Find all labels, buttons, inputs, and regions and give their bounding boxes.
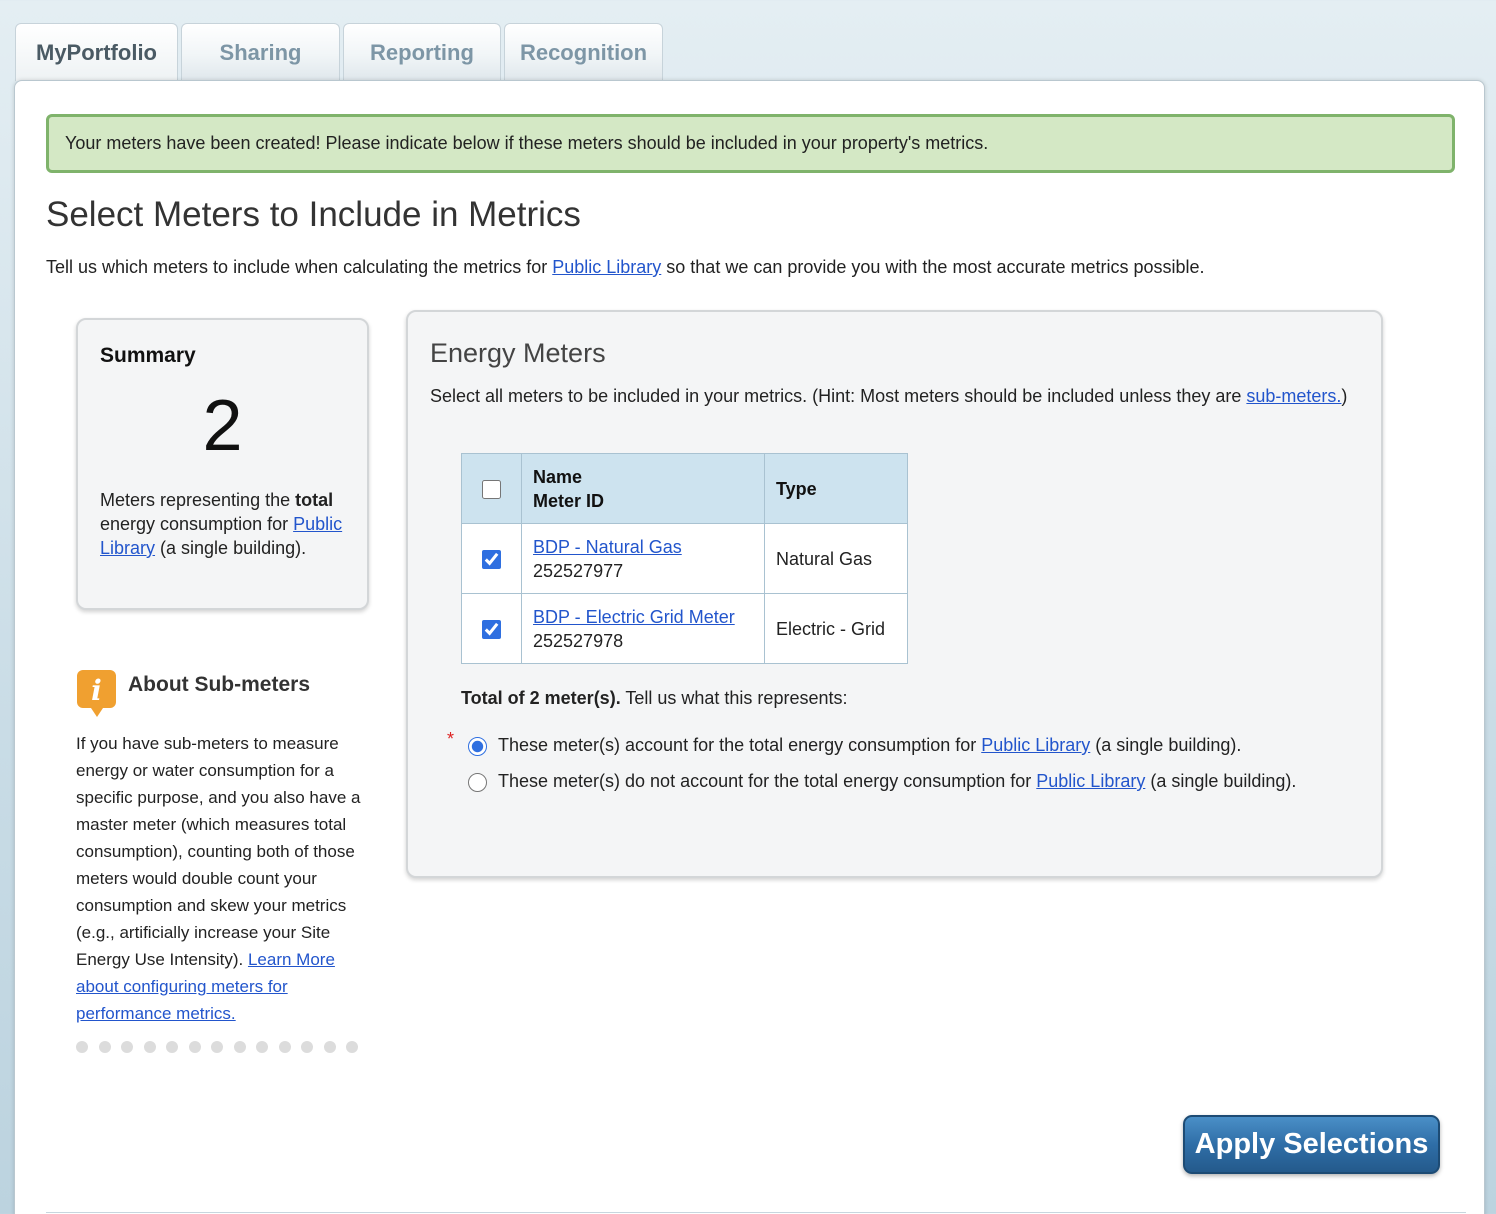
total-meters-rest: Tell us what this represents:: [620, 688, 848, 708]
meter-id-header-label: Meter ID: [533, 490, 605, 511]
radio-wrap: [468, 733, 498, 757]
carousel-dot[interactable]: [98, 1041, 111, 1053]
summary-card: Summary 2 Meters representing the total …: [76, 318, 369, 610]
total-consumption-radio[interactable]: [468, 736, 487, 756]
total-meters-bold: Total of 2 meter(s).: [461, 688, 621, 708]
radio-wrap: [468, 769, 498, 793]
tab-myportfolio[interactable]: MyPortfolio: [15, 23, 178, 81]
meter-name-cell: BDP - Natural Gas 252527977: [521, 523, 765, 594]
carousel-dot[interactable]: [76, 1041, 88, 1053]
meter-checkbox[interactable]: [482, 550, 501, 570]
table-row: BDP - Electric Grid Meter 252527978 Elect…: [461, 593, 908, 664]
carousel-dot[interactable]: [346, 1041, 358, 1053]
carousel-dot[interactable]: [256, 1041, 268, 1053]
tab-recognition[interactable]: Recognition: [504, 23, 663, 81]
option-2-label: These meter(s) do not account for the to…: [498, 769, 1296, 793]
meters-table: Name Meter ID Type BDP - Natural Gas 25252…: [461, 453, 908, 664]
carousel-dot[interactable]: [323, 1041, 336, 1053]
option-1-text: These meter(s) account for the total ene…: [498, 735, 982, 755]
carousel-dot[interactable]: [211, 1041, 223, 1053]
page-title: Select Meters to Include in Metrics: [46, 195, 581, 234]
option-total-consumption: These meter(s) account for the total ene…: [468, 733, 1241, 757]
meter-type: Electric - Grid: [764, 593, 908, 664]
tab-reporting[interactable]: Reporting: [343, 23, 501, 81]
option-not-total-consumption: These meter(s) do not account for the to…: [468, 769, 1308, 793]
about-text: If you have sub-meters to measure energy…: [76, 730, 376, 1027]
content-panel: Your meters have been created! Please in…: [14, 80, 1485, 1214]
meter-name-cell: BDP - Electric Grid Meter 252527978: [521, 593, 765, 664]
apply-selections-button[interactable]: Apply Selections: [1183, 1115, 1440, 1174]
summary-desc-bold: total: [295, 490, 334, 510]
type-header: Type: [764, 453, 908, 524]
public-library-link[interactable]: Public Library: [552, 257, 661, 277]
carousel-dot[interactable]: [233, 1041, 246, 1053]
summary-count: 2: [202, 386, 243, 466]
energy-hint: Select all meters to be included in your…: [430, 384, 1350, 408]
intro-text-before: Tell us which meters to include when cal…: [46, 257, 553, 277]
energy-meters-title: Energy Meters: [430, 338, 606, 368]
meter-type: Natural Gas: [764, 523, 908, 594]
success-alert: Your meters have been created! Please in…: [46, 114, 1455, 173]
carousel-dot[interactable]: [188, 1041, 201, 1053]
hint-after: ): [1341, 386, 1348, 406]
energy-meters-card: Energy Meters Select all meters to be in…: [406, 310, 1383, 878]
not-total-consumption-radio[interactable]: [468, 772, 487, 792]
name-header-label: Name: [533, 466, 583, 487]
meter-name-link[interactable]: BDP - Natural Gas: [533, 537, 682, 557]
carousel-dot[interactable]: [143, 1041, 156, 1053]
meter-name-link[interactable]: BDP - Electric Grid Meter: [533, 607, 735, 627]
total-meters-line: Total of 2 meter(s). Tell us what this r…: [461, 688, 847, 709]
option-2-text-after: (a single building).: [1145, 771, 1297, 791]
alert-text: Your meters have been created! Please in…: [65, 133, 989, 153]
summary-desc-part: energy consumption for: [100, 514, 294, 534]
table-row: BDP - Natural Gas 252527977 Natural Gas: [461, 523, 908, 594]
summary-description: Meters representing the total energy con…: [100, 488, 345, 560]
row-checkbox-cell: [461, 593, 522, 664]
about-body: If you have sub-meters to measure energy…: [76, 734, 361, 969]
table-header-row: Name Meter ID Type: [461, 453, 908, 524]
option-2-text: These meter(s) do not account for the to…: [498, 771, 1037, 791]
select-all-checkbox[interactable]: [482, 480, 501, 500]
summary-title: Summary: [100, 344, 196, 367]
summary-desc-part: Meters representing the: [100, 490, 296, 510]
info-icon: i: [77, 670, 116, 717]
carousel-dots: [76, 1041, 358, 1053]
intro-text-after: so that we can provide you with the most…: [661, 257, 1205, 277]
carousel-dot[interactable]: [121, 1041, 133, 1053]
hint-before: Select all meters to be included in your…: [430, 386, 1247, 406]
option-2-public-library-link[interactable]: Public Library: [1036, 771, 1145, 791]
option-1-label: These meter(s) account for the total ene…: [498, 733, 1241, 757]
carousel-dot[interactable]: [166, 1041, 178, 1053]
row-checkbox-cell: [461, 523, 522, 594]
meter-checkbox[interactable]: [482, 620, 501, 640]
about-title: About Sub-meters: [128, 673, 311, 696]
select-all-cell: [461, 453, 522, 524]
tab-sharing[interactable]: Sharing: [181, 23, 340, 81]
intro-text: Tell us which meters to include when cal…: [46, 257, 1205, 278]
meter-id: 252527977: [533, 560, 624, 581]
svg-text:i: i: [91, 674, 102, 707]
required-marker: *: [447, 729, 455, 749]
meter-id: 252527978: [533, 630, 624, 651]
main-tabs: MyPortfolio Sharing Reporting Recognitio…: [15, 23, 663, 81]
option-1-text-after: (a single building).: [1090, 735, 1242, 755]
carousel-dot[interactable]: [278, 1041, 291, 1053]
sub-meters-link[interactable]: sub-meters.: [1246, 386, 1341, 406]
name-header: Name Meter ID: [521, 453, 765, 524]
footer-divider: [46, 1212, 1466, 1213]
summary-desc-part: (a single building).: [155, 538, 307, 558]
option-1-public-library-link[interactable]: Public Library: [981, 735, 1090, 755]
carousel-dot[interactable]: [301, 1041, 313, 1053]
